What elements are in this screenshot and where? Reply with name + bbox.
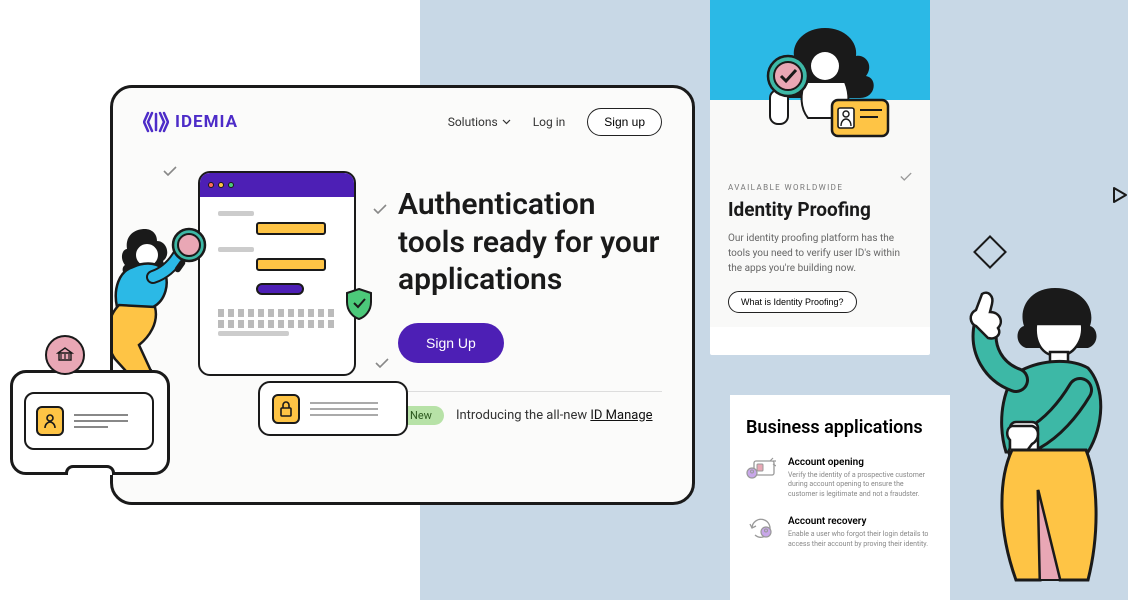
account-opening-icon: [746, 457, 776, 481]
identity-proofing-title: Identity Proofing: [728, 198, 912, 221]
shield-check-icon: [345, 288, 373, 320]
lock-panel-graphic: [258, 381, 408, 436]
id-card-graphic: [24, 392, 154, 450]
business-applications-title: Business applications: [746, 417, 934, 439]
lock-icon: [279, 401, 293, 417]
nav-signup-button[interactable]: Sign up: [587, 108, 662, 136]
check-icon: [163, 166, 177, 176]
brand-name: IDEMIA: [175, 112, 238, 132]
user-icon: [43, 413, 57, 429]
hero-footer: New Introducing the all-new ID Manage: [398, 391, 662, 425]
eyebrow-text: AVAILABLE WORLDWIDE: [728, 183, 912, 192]
biz-account-recovery: Account recovery Enable a user who forgo…: [746, 516, 934, 550]
hero-desktop-card: IDEMIA Solutions Log in Sign up: [110, 85, 695, 505]
biz-item-body: Enable a user who forgot their login det…: [788, 530, 934, 550]
biz-item-title: Account recovery: [788, 516, 934, 527]
business-applications-card: Business applications Account opening Ve…: [730, 395, 950, 600]
nav-bar: IDEMIA Solutions Log in Sign up: [113, 88, 692, 146]
check-icon: [900, 172, 912, 181]
account-recovery-icon: [746, 516, 776, 540]
nav-login[interactable]: Log in: [533, 115, 566, 129]
biz-item-title: Account opening: [788, 457, 934, 468]
biz-item-body: Verify the identity of a prospective cus…: [788, 471, 934, 500]
biz-account-opening: Account opening Verify the identity of a…: [746, 457, 934, 500]
id-manage-link[interactable]: ID Manage: [590, 408, 652, 423]
bank-pin-icon: [45, 335, 85, 375]
check-icon: [375, 358, 389, 368]
hero-headline: Authentication tools ready for your appl…: [398, 186, 662, 299]
hero-signup-button[interactable]: Sign Up: [398, 323, 504, 363]
what-is-identity-proofing-button[interactable]: What is Identity Proofing?: [728, 291, 857, 313]
logo-icon: [143, 111, 169, 133]
check-icon: [373, 204, 387, 214]
proofing-illustration: [750, 20, 900, 170]
nav-solutions[interactable]: Solutions: [448, 115, 511, 129]
person-thumbs-up-icon: [960, 280, 1128, 600]
chevron-down-icon: [502, 119, 511, 125]
play-decoration-icon: [1112, 186, 1128, 204]
identity-proofing-card: AVAILABLE WORLDWIDE Identity Proofing Ou…: [710, 0, 930, 355]
brand-logo[interactable]: IDEMIA: [143, 111, 238, 133]
identity-proofing-body: Our identity proofing platform has the t…: [728, 231, 912, 276]
